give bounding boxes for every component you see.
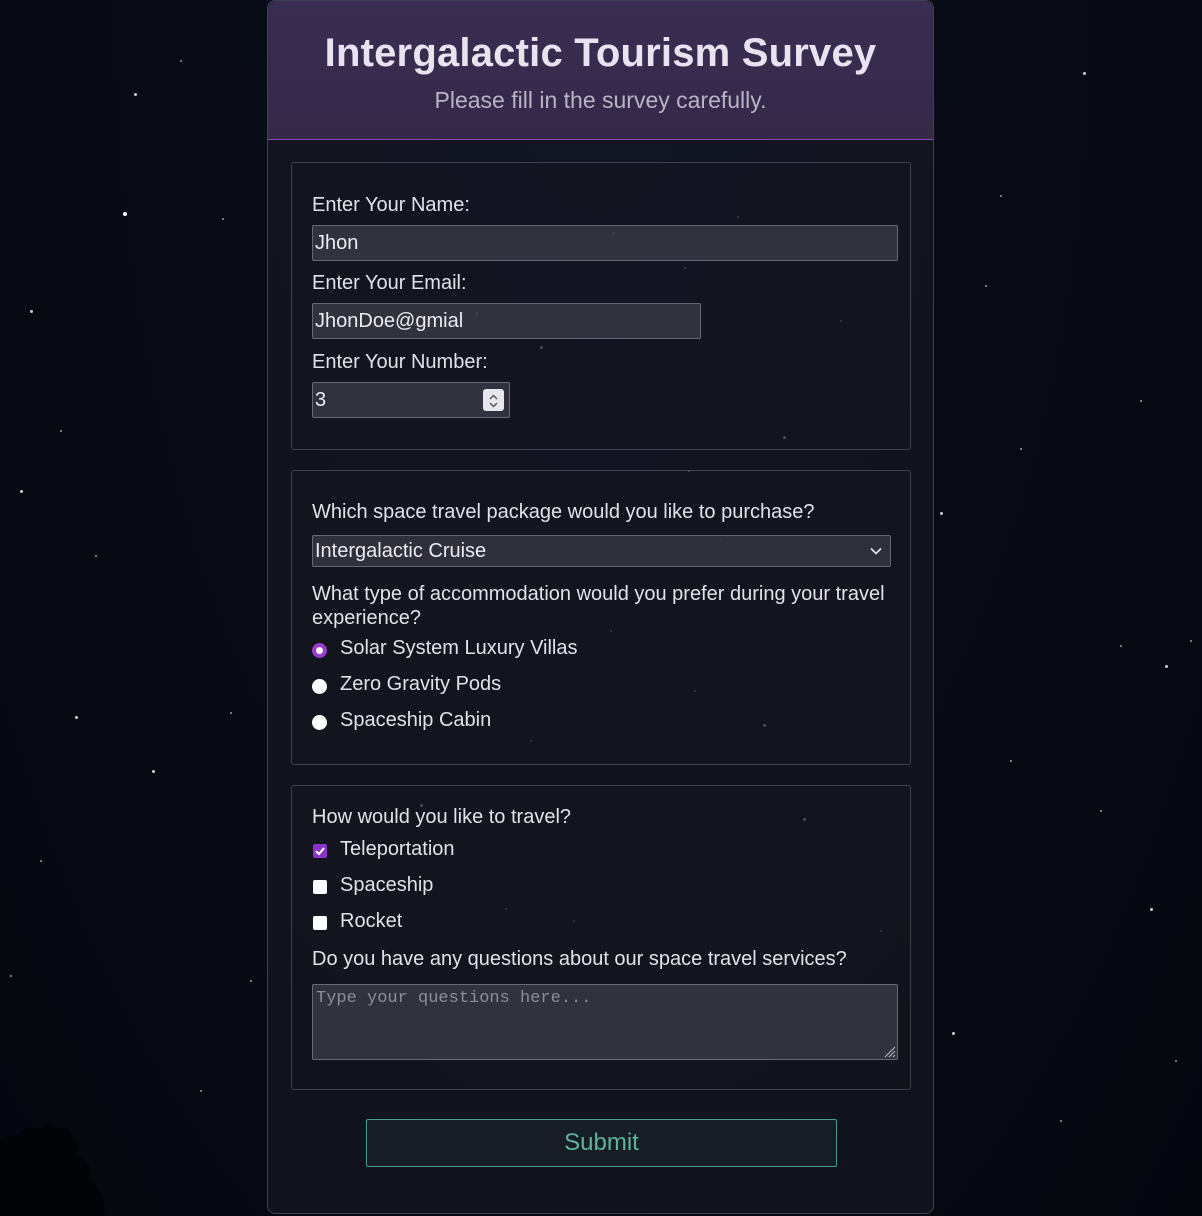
star [1150, 908, 1153, 911]
radio-button[interactable] [312, 715, 327, 730]
textarea-placeholder: Type your questions here... [316, 989, 592, 1008]
star [75, 716, 78, 719]
package-question: Which space travel package would you lik… [312, 501, 815, 523]
star [20, 490, 23, 493]
option-label: Solar System Luxury Villas [340, 637, 578, 659]
radio-button[interactable] [312, 679, 327, 694]
number-value: 3 [315, 389, 327, 411]
option-label: Spaceship Cabin [340, 709, 492, 731]
star [134, 93, 137, 96]
name-input[interactable]: Jhon [312, 225, 898, 261]
star [940, 512, 943, 515]
star [1010, 760, 1012, 762]
star [1140, 400, 1142, 402]
checkbox[interactable] [313, 880, 327, 894]
star [1000, 195, 1002, 197]
travel-question: How would you like to travel? [312, 806, 572, 828]
star [1175, 1060, 1177, 1062]
star [60, 430, 62, 432]
star [1020, 448, 1022, 450]
option-label: Spaceship [340, 874, 434, 896]
package-selected-value: Intergalactic Cruise [315, 540, 487, 562]
package-select[interactable]: Intergalactic Cruise [312, 535, 891, 567]
name-label: Enter Your Name: [312, 194, 470, 216]
accommodation-question: What type of accommodation would you pre… [312, 583, 885, 629]
star [222, 218, 224, 220]
star [123, 212, 127, 216]
tree-silhouette [0, 1125, 105, 1216]
star [250, 980, 252, 982]
travel-section: How would you like to travel? Teleportat… [291, 785, 911, 1090]
questions-label: Do you have any questions about our spac… [312, 948, 847, 970]
checkbox[interactable] [313, 916, 327, 930]
star [1165, 665, 1168, 668]
star [985, 285, 987, 287]
option-label: Teleportation [340, 838, 455, 860]
star [30, 310, 33, 313]
email-input[interactable]: JhonDoe@gmial [312, 303, 701, 339]
page-title: Intergalactic Tourism Survey [324, 31, 877, 75]
spinner-arrows-icon [489, 394, 498, 408]
star [152, 770, 155, 773]
survey-form: Intergalactic Tourism Survey Please fill… [267, 0, 934, 1214]
option-label: Zero Gravity Pods [340, 673, 502, 695]
star [200, 1090, 202, 1092]
email-label: Enter Your Email: [312, 272, 467, 294]
number-spinner[interactable] [483, 389, 504, 411]
submit-button[interactable]: Submit [366, 1119, 837, 1167]
star [1083, 72, 1086, 75]
option-label: Rocket [340, 910, 403, 932]
star [10, 975, 12, 977]
form-header: Intergalactic Tourism Survey Please fill… [268, 1, 933, 140]
star [40, 860, 42, 862]
package-section: Which space travel package would you lik… [291, 470, 911, 765]
number-label: Enter Your Number: [312, 351, 488, 373]
number-input[interactable]: 3 [312, 382, 510, 418]
star [230, 712, 232, 714]
resize-grip-icon[interactable] [880, 1042, 896, 1058]
radio-button[interactable] [312, 643, 327, 658]
star [1060, 1120, 1062, 1122]
star [1100, 810, 1102, 812]
questions-textarea[interactable]: Type your questions here... [312, 984, 898, 1060]
checkmark-icon [315, 847, 325, 856]
star [180, 60, 182, 62]
star [952, 1032, 955, 1035]
chevron-down-icon [870, 547, 882, 555]
personal-info-section: Enter Your Name: Jhon Enter Your Email: … [291, 162, 911, 450]
checkbox[interactable] [313, 844, 327, 858]
star [95, 555, 97, 557]
star [1190, 640, 1192, 642]
page-subtitle: Please fill in the survey carefully. [434, 87, 767, 113]
star [1120, 645, 1122, 647]
